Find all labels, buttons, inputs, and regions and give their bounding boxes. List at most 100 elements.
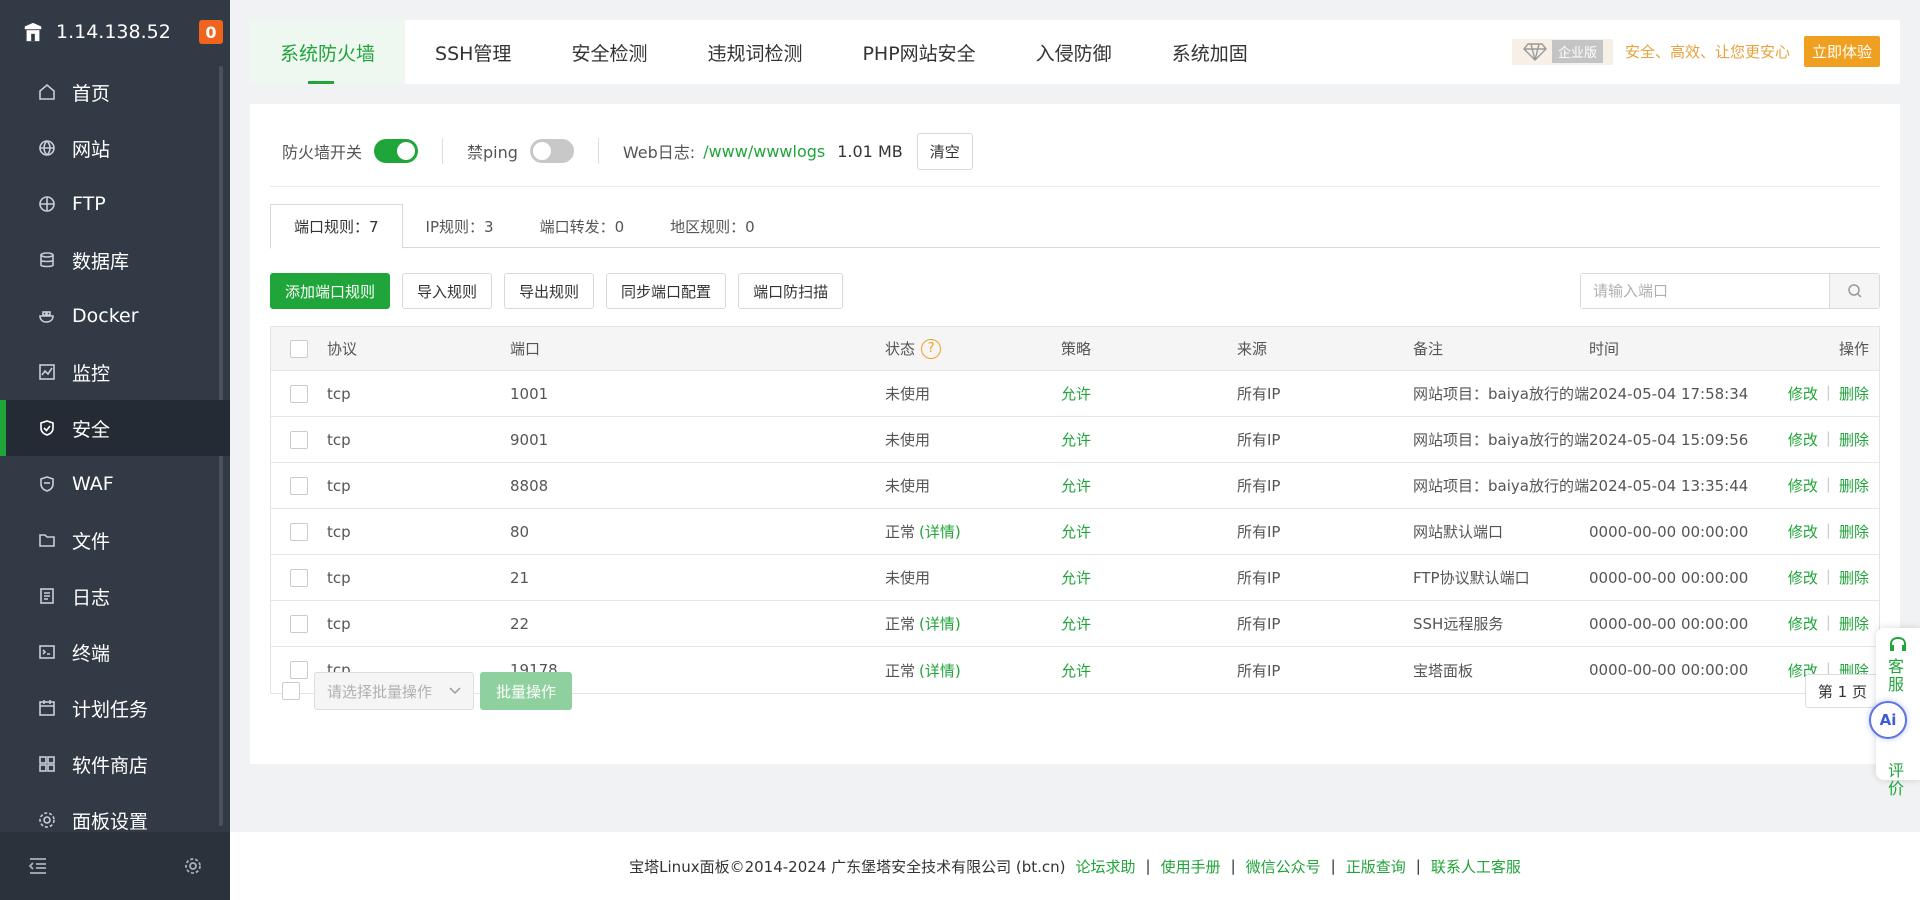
batch-row: 请选择批量操作 批量操作 第 1 页 — [270, 672, 1880, 710]
cell-note[interactable]: 网站项目：baiya放行的端口 — [1413, 429, 1589, 450]
edit-link[interactable]: 修改 — [1788, 567, 1818, 588]
help-icon[interactable]: ? — [921, 338, 942, 359]
collapse-menu-icon[interactable] — [28, 857, 48, 875]
sidebar-item-docker[interactable]: Docker — [0, 288, 230, 344]
cell-status: 未使用 — [885, 475, 1061, 496]
tab-port-forward[interactable]: 端口转发：0 — [517, 204, 648, 248]
sidebar-item-label: 文件 — [72, 530, 111, 553]
cell-port: 22 — [510, 614, 530, 633]
cell-source: 所有IP — [1237, 615, 1281, 633]
tab-word-check[interactable]: 违规词检测 — [677, 20, 832, 84]
sidebar-item-security[interactable]: 安全 — [0, 400, 230, 456]
port-scan-protect-button[interactable]: 端口防扫描 — [738, 273, 844, 309]
table-row: tcp 21 未使用 允许 所有IP FTP协议默认端口 0000-00-00 00:00:… — [271, 555, 1879, 601]
cell-policy[interactable]: 允许 — [1061, 613, 1237, 634]
batch-select[interactable]: 请选择批量操作 — [314, 672, 474, 710]
sidebar-item-monitor[interactable]: 监控 — [0, 344, 230, 400]
row-checkbox[interactable] — [290, 568, 308, 587]
sidebar-item-database[interactable]: 数据库 — [0, 232, 230, 288]
edit-link[interactable]: 修改 — [1788, 613, 1818, 634]
status-detail-link[interactable]: (详情) — [919, 521, 961, 542]
diamond-icon — [1523, 42, 1547, 61]
sidebar-item-website[interactable]: 网站 — [0, 120, 230, 176]
delete-link[interactable]: 删除 — [1839, 429, 1869, 450]
tab-ip-rules[interactable]: IP规则：3 — [403, 204, 517, 248]
contact-support-link[interactable]: 联系人工客服 — [1431, 856, 1521, 877]
forum-link[interactable]: 论坛求助 — [1076, 856, 1136, 877]
customer-service-button[interactable]: 客服 — [1888, 658, 1908, 694]
delete-link[interactable]: 删除 — [1839, 613, 1869, 634]
tab-intrusion[interactable]: 入侵防御 — [1006, 20, 1142, 84]
tab-php-security[interactable]: PHP网站安全 — [832, 20, 1005, 84]
batch-select-checkbox[interactable] — [282, 682, 300, 700]
import-rules-button[interactable]: 导入规则 — [402, 273, 493, 309]
ftp-icon — [39, 196, 55, 212]
home-icon — [39, 83, 55, 100]
edit-link[interactable]: 修改 — [1788, 429, 1818, 450]
sidebar-item-waf[interactable]: WAF — [0, 456, 230, 512]
sidebar-item-ftp[interactable]: FTP — [0, 176, 230, 232]
batch-action-button[interactable]: 批量操作 — [480, 672, 573, 710]
ai-assistant-button[interactable]: Ai — [1869, 701, 1907, 739]
cell-note[interactable]: 网站默认端口 — [1413, 521, 1589, 542]
gear-icon[interactable] — [184, 857, 202, 875]
cell-policy[interactable]: 允许 — [1061, 383, 1237, 404]
cell-time: 2024-05-04 17:58:34 — [1589, 384, 1749, 403]
row-checkbox[interactable] — [290, 522, 308, 541]
tab-port-rules[interactable]: 端口规则：7 — [270, 204, 403, 249]
ping-toggle[interactable] — [529, 139, 574, 163]
port-search-input[interactable] — [1581, 274, 1829, 308]
table-row: tcp 80 正常 (详情) 允许 所有IP 网站默认端口 0000-00-00 00:00:… — [271, 509, 1879, 555]
cell-note[interactable]: FTP协议默认端口 — [1413, 567, 1589, 588]
sidebar-item-files[interactable]: 文件 — [0, 512, 230, 568]
search-button[interactable] — [1829, 274, 1879, 308]
pagination[interactable]: 第 1 页 — [1804, 674, 1880, 708]
weblog-path-link[interactable]: /www/wwwlogs — [703, 142, 825, 161]
notification-badge[interactable]: 0 — [199, 20, 223, 44]
row-checkbox[interactable] — [290, 384, 308, 403]
sidebar-item-logs[interactable]: 日志 — [0, 568, 230, 624]
row-checkbox[interactable] — [290, 476, 308, 495]
sidebar-item-terminal[interactable]: 终端 — [0, 624, 230, 680]
clear-log-button[interactable]: 清空 — [916, 132, 973, 170]
status-text: 未使用 — [885, 477, 931, 495]
license-check-link[interactable]: 正版查询 — [1346, 856, 1406, 877]
chevron-down-icon — [449, 687, 461, 694]
sync-port-config-button[interactable]: 同步端口配置 — [606, 273, 727, 309]
try-now-button[interactable]: 立即体验 — [1803, 36, 1880, 67]
add-port-rule-button[interactable]: 添加端口规则 — [270, 273, 391, 309]
cell-policy[interactable]: 允许 — [1061, 567, 1237, 588]
tab-security-check[interactable]: 安全检测 — [541, 20, 677, 84]
export-rules-button[interactable]: 导出规则 — [504, 273, 595, 309]
edit-link[interactable]: 修改 — [1788, 475, 1818, 496]
cell-note[interactable]: SSH远程服务 — [1413, 613, 1589, 634]
status-detail-link[interactable]: (详情) — [919, 613, 961, 634]
sidebar-item-store[interactable]: 软件商店 — [0, 736, 230, 792]
tab-region-rules[interactable]: 地区规则：0 — [647, 204, 778, 248]
delete-link[interactable]: 删除 — [1839, 567, 1869, 588]
delete-link[interactable]: 删除 — [1839, 521, 1869, 542]
delete-link[interactable]: 删除 — [1839, 475, 1869, 496]
cell-note[interactable]: 网站项目：baiya放行的端口 — [1413, 383, 1589, 404]
row-checkbox[interactable] — [290, 614, 308, 633]
cell-status: 未使用 — [885, 567, 1061, 588]
sidebar-item-cron[interactable]: 计划任务 — [0, 680, 230, 736]
cell-note[interactable]: 网站项目：baiya放行的端口 — [1413, 475, 1589, 496]
sidebar-item-home[interactable]: 首页 — [0, 64, 230, 120]
cell-policy[interactable]: 允许 — [1061, 521, 1237, 542]
ping-label: 禁ping — [467, 143, 518, 162]
wechat-link[interactable]: 微信公众号 — [1246, 856, 1321, 877]
row-checkbox[interactable] — [290, 430, 308, 449]
tab-ssh[interactable]: SSH管理 — [405, 20, 541, 84]
select-all-checkbox[interactable] — [290, 339, 308, 358]
tab-system-firewall[interactable]: 系统防火墙 — [250, 20, 406, 84]
cell-policy[interactable]: 允许 — [1061, 475, 1237, 496]
delete-link[interactable]: 删除 — [1839, 383, 1869, 404]
tab-hardening[interactable]: 系统加固 — [1142, 20, 1278, 84]
manual-link[interactable]: 使用手册 — [1161, 856, 1221, 877]
firewall-toggle[interactable] — [374, 139, 419, 163]
edit-link[interactable]: 修改 — [1788, 383, 1818, 404]
review-button[interactable]: 评价 — [1888, 762, 1908, 798]
edit-link[interactable]: 修改 — [1788, 521, 1818, 542]
cell-policy[interactable]: 允许 — [1061, 429, 1237, 450]
